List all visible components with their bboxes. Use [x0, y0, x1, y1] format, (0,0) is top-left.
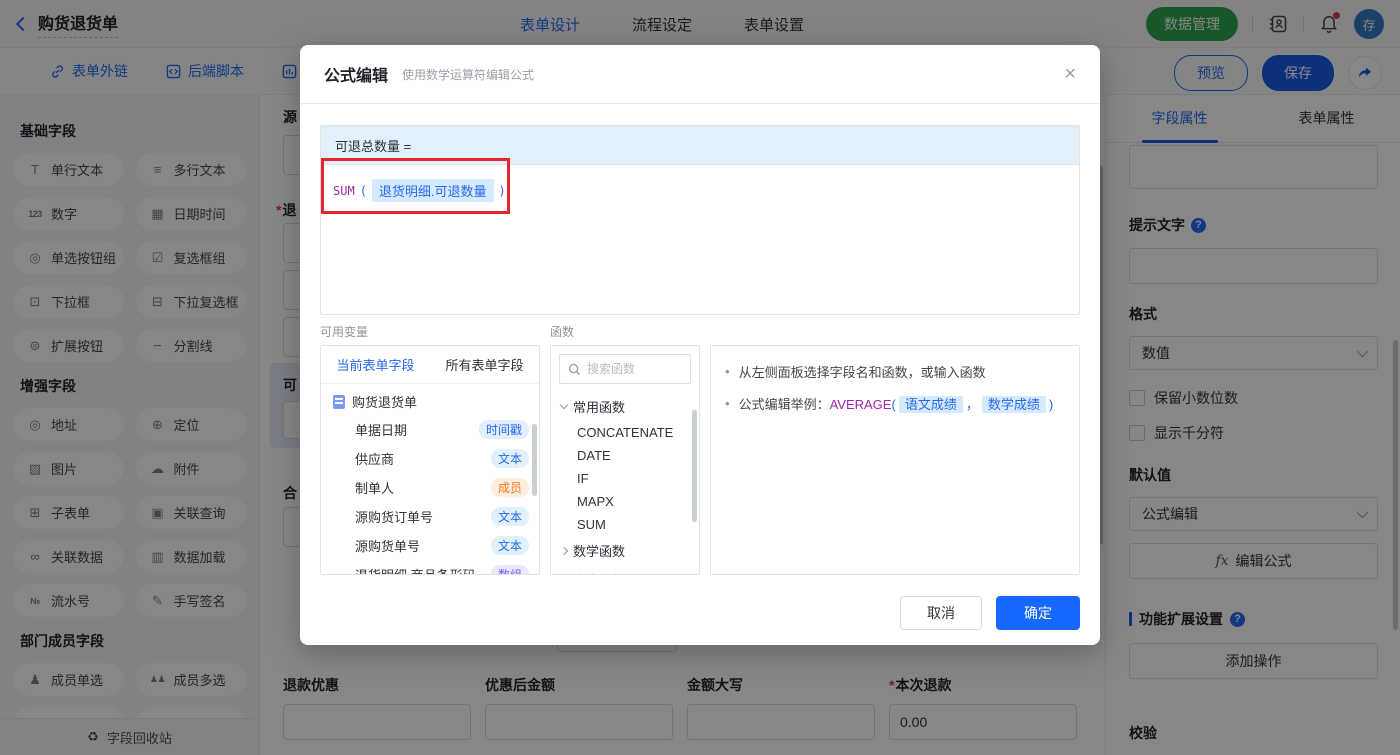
variable-name: 退货明细.商品条形码 — [355, 565, 476, 574]
variable-name: 制单人 — [355, 481, 395, 496]
variables-tab-所有表单字段[interactable]: 所有表单字段 — [430, 346, 539, 383]
form-doc-icon — [333, 394, 345, 409]
functions-section-label: 函数 — [550, 325, 575, 339]
function-group-常用函数[interactable]: 常用函数 — [551, 392, 699, 421]
chevron-icon — [559, 400, 569, 410]
modal-subtitle: 使用数学运算符编辑公式 — [402, 67, 535, 82]
functions-panel: 常用函数 CONCATENATEDATEIFMAPXSUM 数学函数文本函数 — [550, 345, 700, 575]
search-icon — [568, 363, 581, 375]
formula-field-chip[interactable]: 退货明细.可退数量 — [371, 179, 494, 202]
functions-scrollbar[interactable] — [692, 410, 697, 522]
variables-tree-root[interactable]: 购货退货单 — [321, 384, 539, 415]
variables-tab-当前表单字段[interactable]: 当前表单字段 — [321, 346, 430, 383]
formula-editor-modal: 公式编辑 使用数学运算符编辑公式 × 可退总数量 = SUM ( 退货明细.可退数量… — [300, 45, 1100, 645]
close-icon[interactable]: × — [1064, 64, 1076, 84]
function-item-CONCATENATE[interactable]: CONCATENATE — [551, 421, 699, 444]
formula-expression[interactable]: SUM ( 退货明细.可退数量) — [321, 165, 1079, 216]
formula-target-label: 可退总数量 = — [321, 126, 1079, 165]
variable-制单人[interactable]: 制单人 成员 — [321, 473, 539, 502]
variable-供应商[interactable]: 供应商 文本 — [321, 444, 539, 473]
function-group-label: 数学函数 — [573, 544, 626, 559]
variable-name: 源购货订单号 — [355, 510, 434, 525]
formula-editor: 可退总数量 = SUM ( 退货明细.可退数量) — [320, 125, 1080, 315]
variable-源购货单号[interactable]: 源购货单号 文本 — [321, 531, 539, 560]
function-item-MAPX[interactable]: MAPX — [551, 490, 699, 513]
example-function-name: AVERAGE — [829, 397, 892, 412]
type-badge: 数组 — [490, 565, 529, 574]
function-group-文本函数[interactable]: 文本函数 — [551, 565, 699, 574]
help-line-2: • 公式编辑举例：AVERAGE(语文成绩，数学成绩) — [725, 396, 1054, 413]
app-root: 购货退货单 表单设计流程设定表单设置 数据管理 存 表单外链后端脚本数据权限 预… — [0, 0, 1400, 755]
type-badge: 时间戳 — [478, 420, 529, 439]
variables-list: 购货退货单 单据日期时间戳供应商文本制单人成员源购货订单号文本源购货单号文本退货… — [321, 384, 539, 574]
modal-footer: 取消 确定 — [900, 596, 1080, 630]
cancel-button[interactable]: 取消 — [900, 596, 982, 630]
function-group-label: 常用函数 — [573, 400, 626, 415]
example-field-chip: 数学成绩 — [981, 396, 1046, 413]
variables-scrollbar[interactable] — [532, 424, 537, 496]
function-group-label: 文本函数 — [573, 570, 625, 574]
function-item-IF[interactable]: IF — [551, 467, 699, 490]
modal-header: 公式编辑 使用数学运算符编辑公式 × — [300, 45, 1100, 104]
variable-单据日期[interactable]: 单据日期 时间戳 — [321, 415, 539, 444]
function-item-SUM[interactable]: SUM — [551, 513, 699, 536]
help-line-1: • 从左侧面板选择字段名和函数，或输入函数 — [725, 364, 986, 380]
confirm-button[interactable]: 确定 — [996, 596, 1080, 630]
close-paren: ) — [498, 183, 506, 198]
type-badge: 文本 — [490, 449, 529, 468]
formula-function-name: SUM — [333, 183, 355, 198]
variable-name: 源购货单号 — [355, 539, 421, 554]
formula-help-panel: • 从左侧面板选择字段名和函数，或输入函数 • 公式编辑举例：AVERAGE(语文… — [710, 345, 1080, 575]
variable-name: 供应商 — [355, 452, 395, 467]
variable-源购货订单号[interactable]: 源购货订单号 文本 — [321, 502, 539, 531]
function-group-数学函数[interactable]: 数学函数 — [551, 536, 699, 565]
example-field-chip: 语文成绩 — [898, 396, 963, 413]
chevron-icon — [559, 546, 569, 555]
function-item-DATE[interactable]: DATE — [551, 444, 699, 467]
type-badge: 文本 — [490, 507, 529, 526]
variables-section-label: 可用变量 — [320, 325, 369, 339]
type-badge: 成员 — [490, 478, 529, 497]
type-badge: 文本 — [490, 536, 529, 555]
open-paren: ( — [359, 183, 367, 198]
function-search-box[interactable] — [559, 354, 691, 384]
variable-name: 单据日期 — [355, 423, 408, 438]
variables-panel: 当前表单字段 所有表单字段 购货退货单 单据日期 时间戳 供应商 文本 制单人 成员 源购货订… — [320, 345, 540, 575]
variable-退货明细.商品条形码[interactable]: 退货明细.商品条形码 数组 — [321, 560, 539, 574]
modal-title: 公式编辑 — [324, 68, 389, 85]
function-search-input[interactable] — [587, 362, 677, 376]
